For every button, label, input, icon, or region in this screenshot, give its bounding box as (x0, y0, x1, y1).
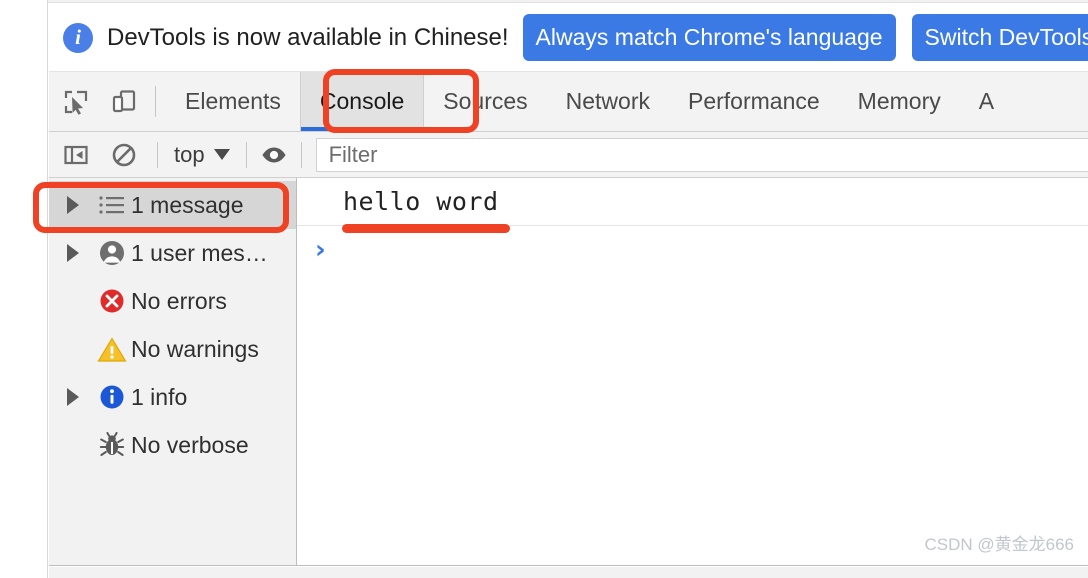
toolbar-divider-2 (245, 141, 247, 168)
page-left-gutter (0, 0, 48, 578)
console-sidebar: 1 message 1 user mes… No errors No warni… (49, 178, 297, 565)
sidebar-item-user-messages-label: 1 user mes… (131, 239, 268, 266)
tab-network[interactable]: Network (547, 72, 669, 131)
sidebar-item-warnings[interactable]: No warnings (49, 325, 296, 373)
list-icon (93, 194, 131, 216)
banner-message: DevTools is now available in Chinese! (107, 23, 509, 51)
devtools-language-banner: i DevTools is now available in Chinese! … (49, 4, 1088, 72)
tab-sources[interactable]: Sources (424, 72, 546, 131)
csdn-watermark: CSDN @黄金龙666 (924, 535, 1074, 554)
tab-list: Elements Console Sources Network Perform… (156, 72, 994, 131)
tab-performance[interactable]: Performance (669, 72, 839, 131)
error-icon (93, 287, 131, 315)
tabbar-icon-group (49, 72, 155, 131)
console-body: 1 message 1 user mes… No errors No warni… (49, 178, 1088, 565)
live-expression-eye-icon[interactable] (257, 138, 291, 172)
tab-application-truncated[interactable]: A (960, 72, 994, 131)
page-top-edge (0, 0, 1088, 3)
tab-elements[interactable]: Elements (166, 72, 300, 131)
user-icon (93, 239, 131, 267)
console-prompt-row[interactable]: › (297, 226, 1088, 274)
sidebar-item-verbose[interactable]: No verbose (49, 421, 296, 469)
sidebar-item-info[interactable]: 1 info (49, 373, 296, 421)
sidebar-item-warnings-label: No warnings (131, 335, 259, 362)
prompt-caret-icon: › (315, 235, 326, 265)
toolbar-divider-1 (157, 141, 158, 168)
info-icon (93, 383, 131, 411)
console-filter-toolbar: top (49, 132, 1088, 178)
sidebar-item-user-messages[interactable]: 1 user mes… (49, 229, 296, 277)
disclosure-triangle-icon[interactable] (67, 196, 93, 214)
always-match-chrome-language-button[interactable]: Always match Chrome's language (522, 14, 896, 61)
clear-console-icon[interactable] (107, 138, 141, 172)
disclosure-triangle-icon[interactable] (67, 388, 93, 406)
switch-devtools-language-button[interactable]: Switch DevTools to Chinese (911, 14, 1088, 61)
tab-memory[interactable]: Memory (839, 72, 960, 131)
sidebar-item-info-label: 1 info (131, 383, 188, 410)
console-log-entry[interactable]: hello word (297, 178, 1088, 226)
sidebar-item-verbose-label: No verbose (131, 431, 249, 458)
device-toolbar-icon[interactable] (109, 87, 139, 117)
info-circle-icon: i (63, 22, 93, 53)
screenshot-root: i DevTools is now available in Chinese! … (0, 0, 1088, 578)
sidebar-item-messages[interactable]: 1 message (49, 181, 296, 229)
show-console-sidebar-icon[interactable] (59, 138, 93, 172)
execution-context-label: top (174, 141, 205, 167)
verbose-bug-icon (93, 432, 131, 458)
devtools-panel: i DevTools is now available in Chinese! … (49, 4, 1088, 566)
sidebar-item-messages-label: 1 message (131, 191, 244, 218)
sidebar-item-errors-label: No errors (131, 287, 227, 314)
chevron-down-icon (213, 149, 230, 160)
tab-console[interactable]: Console (299, 72, 425, 131)
page-bottom-strip (49, 567, 1088, 578)
devtools-tabbar: Elements Console Sources Network Perform… (49, 72, 1088, 132)
execution-context-selector[interactable]: top (168, 142, 236, 168)
console-log-text: hello word (343, 187, 499, 216)
disclosure-triangle-icon[interactable] (67, 244, 93, 262)
console-output-area: hello word › CSDN @黄金龙666 (297, 178, 1088, 565)
filter-input[interactable] (315, 137, 1088, 172)
toolbar-divider-3 (300, 141, 302, 168)
warning-icon (93, 336, 131, 363)
inspect-element-icon[interactable] (61, 87, 91, 117)
sidebar-item-errors[interactable]: No errors (49, 277, 296, 325)
